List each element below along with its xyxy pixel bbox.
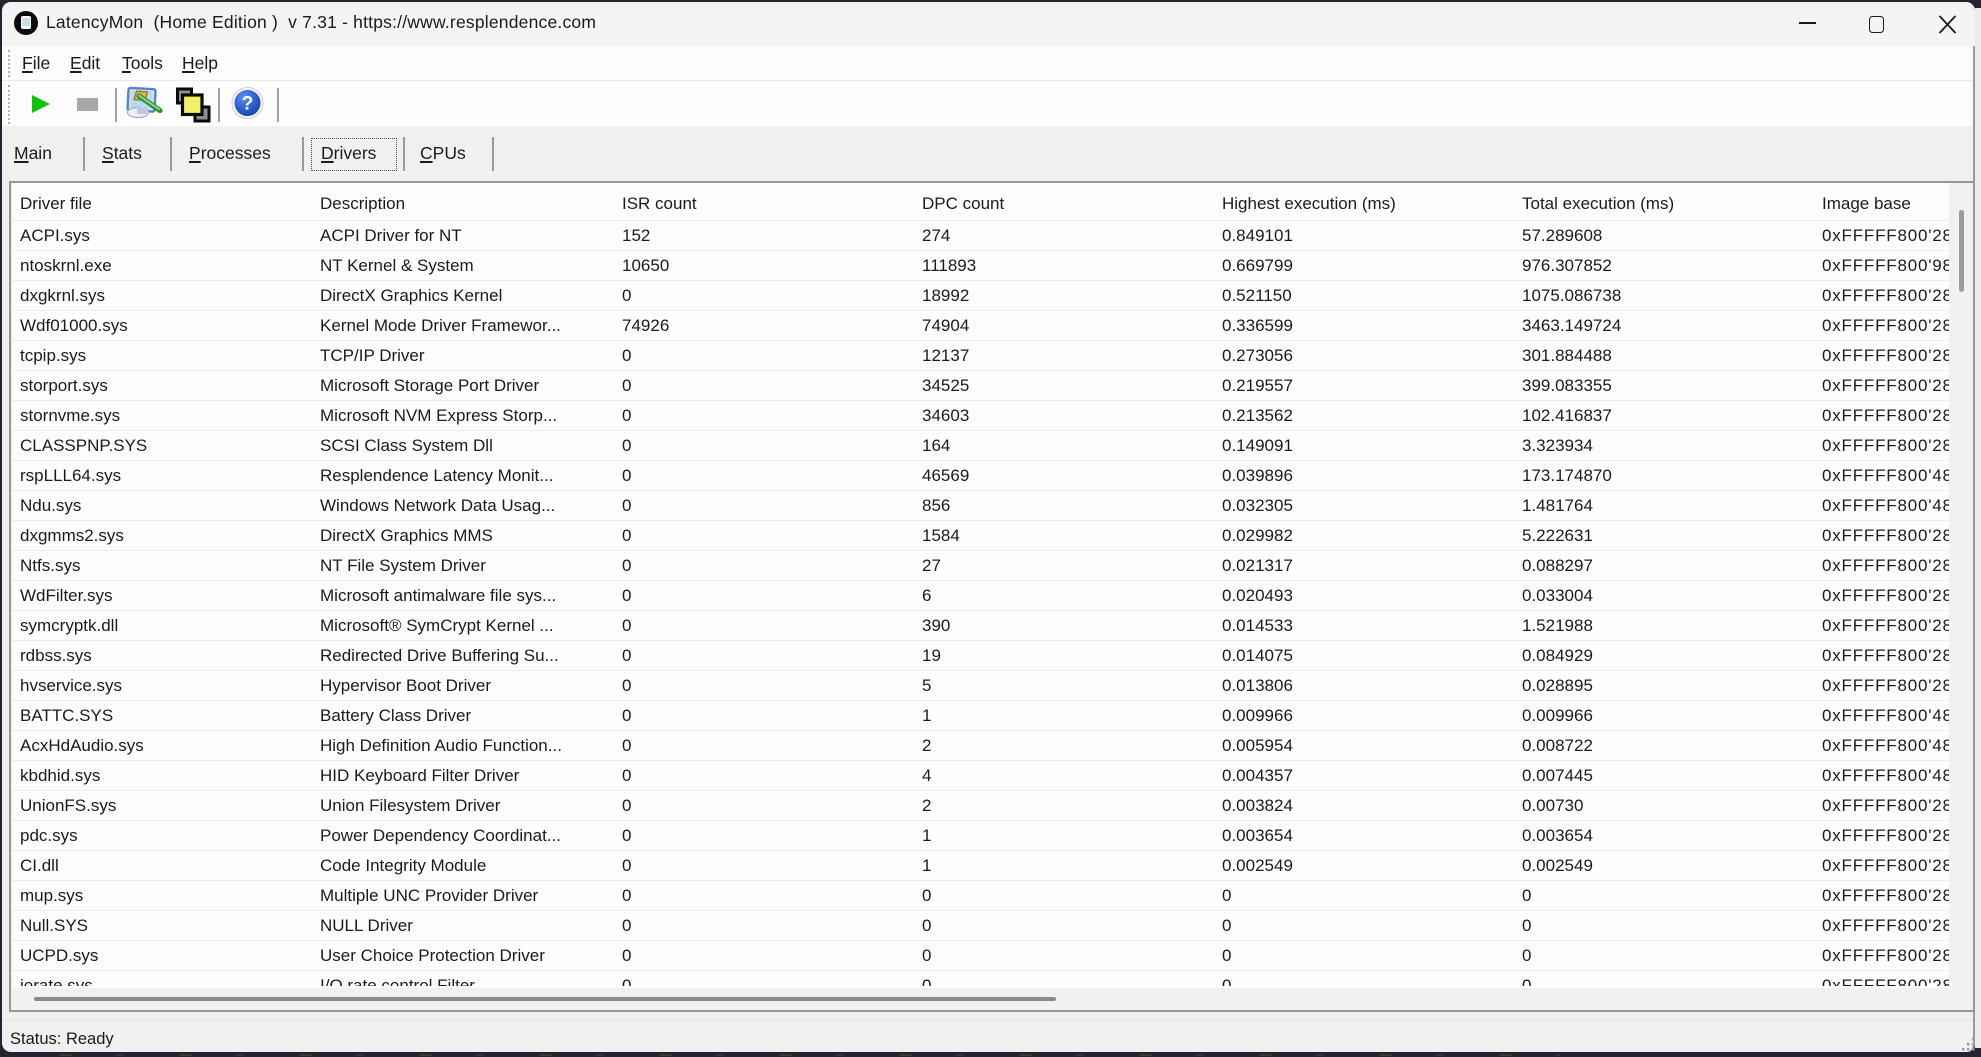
svg-text:?: ? bbox=[242, 93, 254, 115]
